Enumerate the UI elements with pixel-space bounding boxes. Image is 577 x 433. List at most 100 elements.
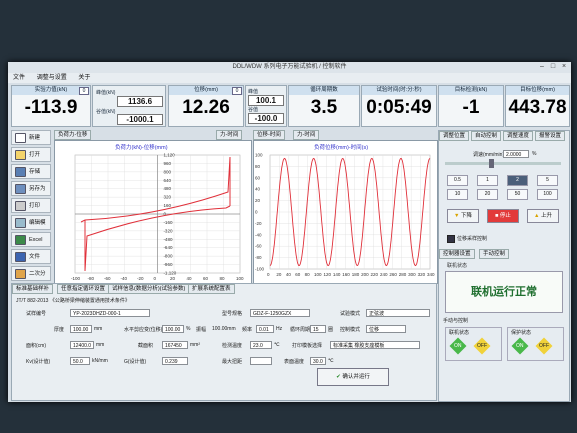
y-tick-label: -60 — [255, 244, 262, 249]
tab-displacement-time[interactable]: 位移-时间 — [253, 130, 285, 140]
arrow-down-icon: ▼ — [454, 213, 460, 219]
frequency-input[interactable]: 0.01 — [256, 325, 274, 333]
control-mode-label: 控制模式 — [340, 327, 361, 333]
g-design-input[interactable]: 0.239 — [162, 357, 188, 365]
down-button[interactable]: ▼ 下降 — [447, 209, 479, 223]
manual-header: 手动与控制 — [443, 318, 469, 324]
speed-slider-thumb[interactable] — [489, 159, 494, 168]
stop-button[interactable]: ■ 停止 — [487, 209, 519, 223]
maximize-icon[interactable]: □ — [548, 63, 558, 71]
cycles-input[interactable]: 15 — [310, 325, 326, 333]
tab-force-displacement[interactable]: 负荷力-位移 — [54, 130, 92, 140]
sampling-checkbox[interactable] — [447, 235, 455, 243]
menu-about[interactable]: 关于 — [73, 73, 95, 83]
displacement-value: 12.26 — [182, 97, 230, 118]
x-tick-label: 100 — [236, 276, 244, 281]
cycle-value: 3.5 — [310, 97, 338, 118]
new-button[interactable]: 新建 — [11, 130, 51, 145]
speed-preset-0-5[interactable]: 0.5 — [447, 175, 468, 186]
y-tick-label: 40 — [255, 187, 261, 192]
tab-auto-control[interactable]: 自动控制 — [471, 131, 502, 141]
thickness-input[interactable]: 100.00 — [70, 325, 92, 333]
specimen-no-input[interactable]: YP-2023DHZD-000-1 — [70, 309, 150, 317]
save-button[interactable]: 存储 — [11, 164, 51, 179]
x-tick-label: 200 — [361, 272, 369, 277]
analysis-button[interactable]: 二次分析 — [11, 266, 51, 292]
tab-force-time[interactable]: 力-时间 — [216, 130, 243, 140]
test-parameter-form: 标准基础样补 任意指定循环设置 试样信息(数据分析)(试验参数) 扩展系统配置表… — [11, 283, 437, 401]
speed-input[interactable]: 2.0000 — [503, 150, 529, 158]
y-tick-label: -80 — [255, 255, 262, 260]
template-select[interactable]: 标准采集 橡胶支座模板 — [330, 341, 420, 349]
document-button[interactable]: 文件 — [11, 249, 51, 264]
surface-temp-input[interactable]: 30.0 — [310, 357, 326, 365]
tab-specimen-info[interactable]: 试样信息(数据分析)(试验参数) — [108, 284, 190, 294]
x-tick-label: -40 — [121, 276, 128, 281]
tab-cycle-settings[interactable]: 任意指定循环设置 — [57, 284, 110, 294]
x-tick-label: 20 — [170, 276, 176, 281]
print-button[interactable]: 打印 — [11, 198, 51, 213]
tab-adjust-speed[interactable]: 调整速度 — [503, 131, 534, 141]
speed-preset-10[interactable]: 10 — [447, 189, 468, 200]
tab-manual-control[interactable]: 手动控制 — [479, 249, 510, 259]
cycle-min-value: -100.0 — [248, 113, 284, 124]
control-mode-select[interactable]: 位移 — [366, 325, 406, 333]
y-tick-label: 640 — [163, 178, 171, 183]
target-displacement-readout: 目标位移(mm) 443.78 — [505, 85, 570, 127]
mode-label: 试验模式 — [340, 311, 361, 317]
force-readout: 实验力值(kN) 0 -113.9 — [11, 85, 91, 127]
kv-input[interactable]: 50.0 — [70, 357, 90, 365]
test-temp-label: 检测温度 — [222, 343, 243, 349]
speed-preset-100[interactable]: 100 — [537, 189, 558, 200]
force-zero-button[interactable]: 0 — [79, 87, 89, 95]
area-input[interactable]: 12400.0 — [70, 341, 94, 349]
x-tick-label: 60 — [203, 276, 209, 281]
section-area-input[interactable]: 167450 — [162, 341, 188, 349]
menu-file[interactable]: 文件 — [8, 73, 30, 83]
y-tick-label: 80 — [255, 164, 261, 169]
model-input[interactable]: GDZ-F-1250GZX — [250, 309, 310, 317]
y-tick-label: -960 — [163, 262, 173, 267]
minimize-icon[interactable]: – — [537, 63, 547, 71]
save-as-icon — [15, 183, 26, 194]
time-label: 试验时间(时:分:秒) — [376, 87, 422, 93]
confirm-run-button[interactable]: ✔ 确认并运行 — [317, 368, 389, 386]
mode-select[interactable]: 正弦波 — [366, 309, 430, 317]
shear-strain-input[interactable]: 100.00 — [162, 325, 184, 333]
save-as-button[interactable]: 另存为 — [11, 181, 51, 196]
x-tick-label: 60 — [295, 272, 301, 277]
y-tick-label: -20 — [255, 221, 262, 226]
time-readout: 试验时间(时:分:秒) 0:05:49 — [361, 85, 437, 127]
y-tick-label: -160 — [163, 220, 173, 225]
close-icon[interactable]: × — [559, 63, 569, 71]
folder-icon — [15, 149, 26, 160]
tab-standard[interactable]: 标准基础样补 — [12, 284, 54, 294]
edit-template-button[interactable]: 编辑模板 — [11, 215, 51, 241]
speed-slider-track[interactable] — [445, 162, 561, 165]
excel-button[interactable]: Excel — [11, 232, 51, 247]
max-torque-input[interactable] — [250, 357, 272, 365]
kv-label: Kv(设计值) — [26, 359, 51, 365]
y-tick-label: 960 — [163, 161, 171, 166]
tab-force-time-2[interactable]: 力-时间 — [293, 130, 320, 140]
open-button[interactable]: 打开 — [11, 147, 51, 162]
target-displacement-label: 目标位移(mm) — [520, 87, 555, 93]
displacement-zero-button[interactable]: 0 — [232, 87, 242, 95]
excel-icon — [15, 234, 26, 245]
tab-extended-config[interactable]: 扩展系统配置表 — [188, 284, 235, 294]
cycle-min-label: 谷值 — [248, 107, 259, 113]
tab-adjust-position[interactable]: 调整位置 — [439, 131, 470, 141]
speed-preset-1[interactable]: 1 — [477, 175, 498, 186]
x-tick-label: 320 — [418, 272, 426, 277]
speed-preset-50[interactable]: 50 — [507, 189, 528, 200]
up-button[interactable]: ▲ 上升 — [527, 209, 559, 223]
menu-settings[interactable]: 调整与设置 — [32, 73, 72, 83]
test-temp-input[interactable]: 23.0 — [250, 341, 272, 349]
tab-controller-settings[interactable]: 控制器设置 — [439, 249, 475, 259]
speed-preset-2[interactable]: 2 — [507, 175, 528, 186]
speed-preset-5[interactable]: 5 — [537, 175, 558, 186]
app-window: DDL/WDW 系列电子万能试验机 / 控制软件 – □ × 文件 调整与设置 … — [8, 62, 571, 402]
tab-alarm-settings[interactable]: 报警设置 — [535, 131, 566, 141]
speed-preset-20[interactable]: 20 — [477, 189, 498, 200]
cycle-peaks: 峰值 100.1 谷值 -100.0 — [245, 85, 287, 127]
